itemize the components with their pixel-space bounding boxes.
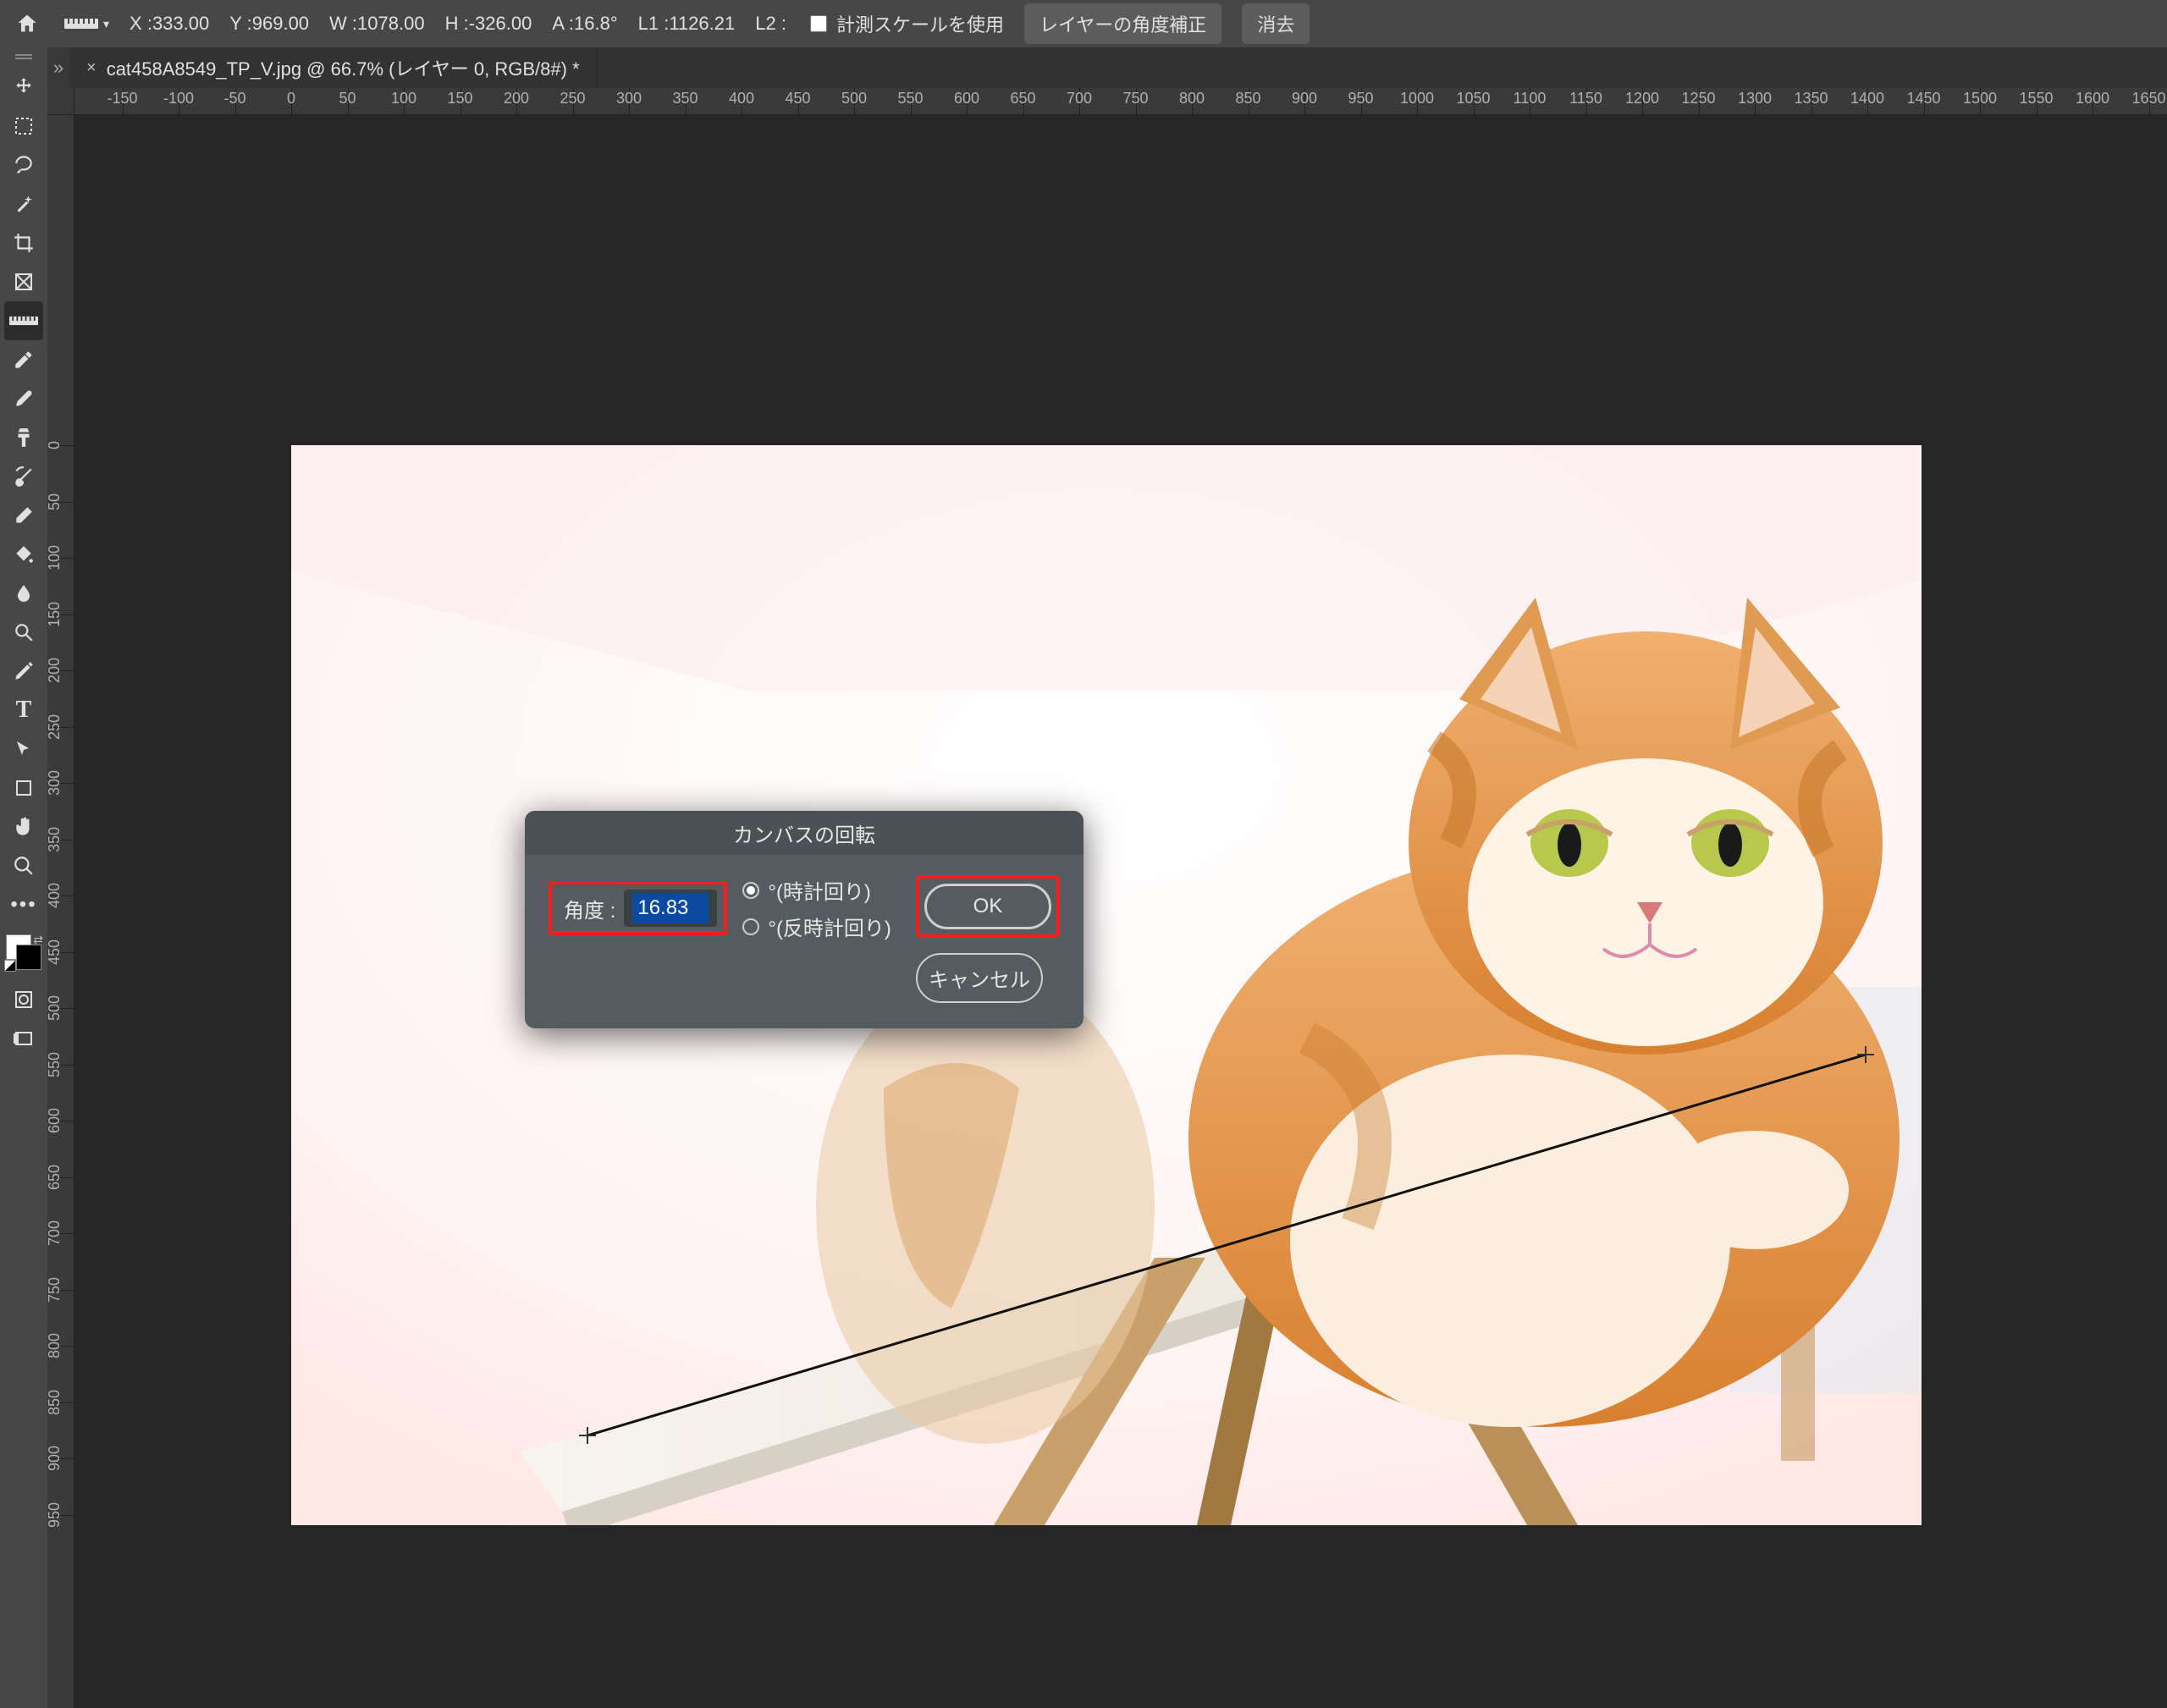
measure-l1: L1 :1126.21 — [638, 13, 736, 35]
tool-rect-marquee[interactable] — [4, 107, 43, 146]
tool-more[interactable]: ••• — [4, 885, 43, 924]
document-tab[interactable]: × cat458A8549_TP_V.jpg @ 66.7% (レイヤー 0, … — [69, 47, 598, 88]
tool-zoom[interactable] — [4, 846, 43, 885]
tool-history-brush[interactable] — [4, 457, 43, 496]
close-tab-icon[interactable]: × — [86, 58, 96, 78]
tab-overflow-chevron[interactable]: » — [47, 47, 69, 88]
use-measure-scale-checkbox[interactable]: 計測スケールを使用 — [807, 10, 1004, 37]
dialog-titlebar[interactable]: カンバスの回転 — [525, 811, 1084, 855]
tool-path-select[interactable] — [4, 730, 43, 769]
measure-l2: L2 : — [755, 13, 786, 35]
tool-move[interactable] — [4, 68, 43, 107]
measure-h: H :-326.00 — [445, 13, 532, 35]
tool-brush[interactable] — [4, 379, 43, 418]
tool-fill[interactable] — [4, 535, 43, 574]
panel-grip-icon[interactable] — [14, 54, 34, 63]
dialog-title: カンバスの回転 — [733, 818, 875, 848]
tool-clone[interactable] — [4, 418, 43, 457]
straighten-layer-button[interactable]: レイヤーの角度補正 — [1024, 3, 1221, 44]
ok-button[interactable]: OK — [924, 884, 1051, 929]
tool-preset-menu[interactable]: ▾ — [64, 14, 109, 33]
tool-rectangle[interactable] — [4, 769, 43, 807]
rotate-canvas-dialog: カンバスの回転 角度 : °(時計回り) °(反時計回り) — [525, 811, 1084, 1028]
tool-frame[interactable] — [4, 262, 43, 301]
measure-y: Y :969.00 — [229, 13, 309, 35]
angle-input[interactable] — [632, 893, 709, 923]
tool-quick-mask[interactable] — [4, 980, 43, 1019]
counterclockwise-radio[interactable]: °(反時計回り) — [742, 912, 891, 941]
work-area: -150-100-5005010015020025030035040045050… — [47, 88, 2167, 1708]
tool-pen[interactable] — [4, 652, 43, 691]
home-button[interactable] — [10, 7, 44, 41]
color-swatches[interactable]: ⇄ — [4, 933, 43, 972]
measure-w: W :1078.00 — [329, 13, 425, 35]
tool-type[interactable]: T — [4, 691, 43, 730]
horizontal-ruler[interactable]: -150-100-5005010015020025030035040045050… — [74, 88, 2167, 115]
tool-screen-mode[interactable] — [4, 1019, 43, 1058]
measure-a: A :16.8° — [552, 13, 617, 35]
clear-button[interactable]: 消去 — [1242, 3, 1310, 44]
angle-label: 角度 : — [564, 894, 615, 923]
tool-eraser[interactable] — [4, 496, 43, 535]
default-colors-icon[interactable] — [4, 960, 16, 972]
options-bar: ▾ X :333.00 Y :969.00 W :1078.00 H :-326… — [0, 0, 2167, 47]
vertical-ruler[interactable]: 0501001502002503003504004505005506006507… — [47, 115, 74, 1708]
measure-x: X :333.00 — [130, 13, 209, 35]
cancel-button[interactable]: キャンセル — [916, 953, 1043, 1003]
clockwise-radio[interactable]: °(時計回り) — [742, 875, 891, 905]
tool-dodge[interactable] — [4, 613, 43, 652]
tool-blur[interactable] — [4, 574, 43, 613]
document-tab-row: » × cat458A8549_TP_V.jpg @ 66.7% (レイヤー 0… — [47, 47, 2167, 88]
tool-lasso[interactable] — [4, 146, 43, 185]
tool-eyedropper[interactable] — [4, 340, 43, 379]
tool-crop[interactable] — [4, 223, 43, 262]
tool-ruler[interactable] — [4, 301, 43, 340]
ok-button-highlight: OK — [916, 875, 1060, 938]
tool-magic-wand[interactable] — [4, 185, 43, 223]
angle-field-highlight: 角度 : — [549, 881, 727, 935]
tool-hand[interactable] — [4, 807, 43, 846]
canvas-viewport[interactable] — [74, 115, 2167, 1708]
background-swatch[interactable] — [16, 945, 41, 970]
tools-panel: T ••• ⇄ — [0, 47, 47, 1708]
ruler-origin[interactable] — [47, 88, 74, 115]
document-tab-title: cat458A8549_TP_V.jpg @ 66.7% (レイヤー 0, RG… — [107, 54, 580, 81]
